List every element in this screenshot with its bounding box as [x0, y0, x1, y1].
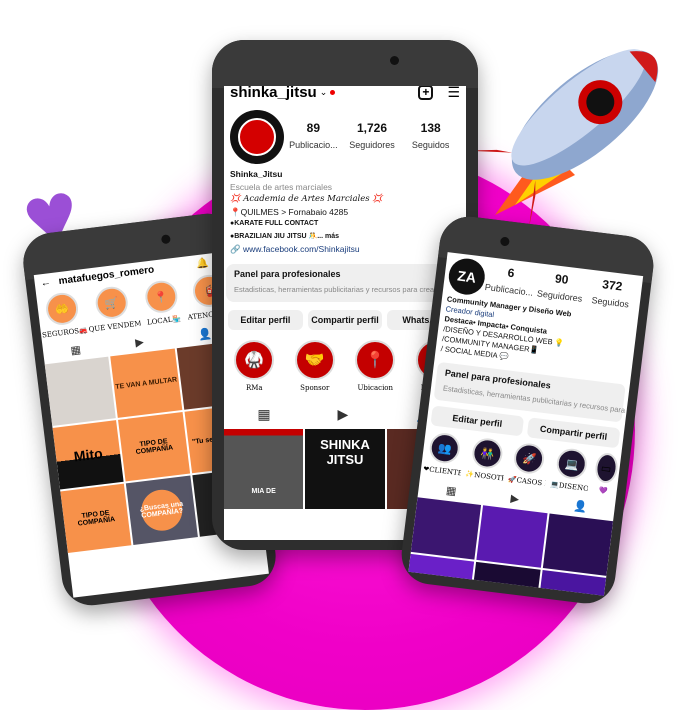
bio-line: 📍QUILMES > Fornabaio 4285 [230, 206, 349, 217]
edit-profile-button[interactable]: Editar perfil [430, 405, 525, 437]
bio-line: ●BRAZILIAN JIU JITSU 🤼... más [230, 232, 340, 240]
following-count[interactable]: 372 Seguidos [584, 275, 639, 313]
share-profile-button[interactable]: Compartir perfil [526, 417, 621, 449]
rocket-icon [464, 49, 659, 225]
posts-count[interactable]: 6 Publicacio... [483, 263, 538, 301]
post[interactable]: ¿Buscas una COMPAÑÍA? [126, 475, 198, 545]
post[interactable] [410, 497, 482, 560]
highlight[interactable]: 🤲 SEGUROS🚒 [36, 290, 89, 340]
post[interactable]: TE VAN A MULTAR [110, 348, 182, 418]
post[interactable]: TIPO DE COMPAÑÍA [60, 483, 132, 554]
tagged-tab-icon[interactable]: 👤 [197, 327, 212, 342]
highlight[interactable]: ▭ 💜 [592, 451, 619, 496]
highlight[interactable]: 🥋 RMa [228, 339, 280, 392]
post[interactable]: Mito [52, 420, 124, 490]
bell-icon[interactable]: 🔔 [196, 258, 210, 270]
reels-tab-icon[interactable]: ▶ [135, 335, 145, 349]
profile-name: Shinka_Jitsu [230, 169, 283, 179]
reels-tab-icon[interactable]: ▶ [338, 406, 349, 423]
profile-link[interactable]: 🔗 www.facebook.com/Shinkajitsu [230, 243, 460, 256]
avatar[interactable] [230, 110, 284, 164]
add-icon[interactable]: + [418, 86, 434, 100]
post[interactable]: SHINKA JITSU [305, 428, 385, 509]
back-icon[interactable]: ← [40, 277, 51, 289]
grid-tab-icon[interactable]: ▦ [257, 406, 270, 423]
tagged-tab-icon[interactable]: 👤 [573, 499, 588, 514]
post[interactable] [44, 356, 117, 426]
posts-count[interactable]: 89 Publicacio... [284, 121, 343, 153]
share-profile-button[interactable]: Compartir perfil [307, 309, 383, 330]
grid-tab-icon[interactable]: ▦ [70, 343, 82, 357]
right-profile-screen: ZA 6 Publicacio... 90 Seguidores 372 Seguid… [408, 252, 644, 596]
post[interactable]: MIA DE [224, 428, 304, 509]
post[interactable] [542, 513, 614, 576]
right-phone: ZA 6 Publicacio... 90 Seguidores 372 Seguid… [398, 213, 657, 607]
bio-line: 💢 Academia de Artes Marciales 💢 [230, 194, 383, 204]
following-count[interactable]: 138 Seguidos [401, 121, 460, 153]
highlight[interactable]: 🛒 QUÉ VENDEM... [84, 284, 141, 334]
notification-dot [330, 89, 336, 95]
profile-category: Escuela de artes marciales [230, 181, 333, 192]
professional-dashboard[interactable]: Panel para profesionales Estadisticas, he… [226, 263, 466, 302]
highlight[interactable]: 📍 Ubicacion [349, 339, 401, 392]
highlight[interactable]: 👥 ❤CLIENTES [423, 431, 466, 477]
reels-tab-icon[interactable]: ▶ [510, 492, 520, 506]
highlight[interactable]: 🚀🚀CASOS DE ... [507, 441, 550, 488]
post[interactable]: TIPO DE COMPAÑÍA [118, 412, 190, 482]
bio-line: ●KARATE FULL CONTACT [230, 220, 319, 227]
post[interactable] [476, 505, 548, 568]
username[interactable]: shinka_jitsu [230, 86, 317, 101]
menu-icon[interactable]: ☰ [447, 86, 460, 101]
highlight[interactable]: 📍 LOCAL🏪 [135, 278, 188, 328]
followers-count[interactable]: 90 Seguidores [533, 269, 588, 307]
edit-profile-button[interactable]: Editar perfil [228, 309, 303, 330]
post[interactable] [469, 561, 541, 596]
highlight[interactable]: 💻💻DISEÑO W... [550, 447, 593, 493]
grid-tab-icon[interactable]: ▦ [445, 484, 457, 498]
avatar[interactable]: ZA [446, 256, 487, 297]
followers-count[interactable]: 1,726 Seguidores [343, 121, 402, 153]
highlight[interactable]: 👫 ✨NOSOTROS [465, 436, 508, 483]
chevron-down-icon[interactable]: ⌄ [320, 87, 328, 98]
highlight[interactable]: 🤝 Sponsor [289, 339, 341, 392]
